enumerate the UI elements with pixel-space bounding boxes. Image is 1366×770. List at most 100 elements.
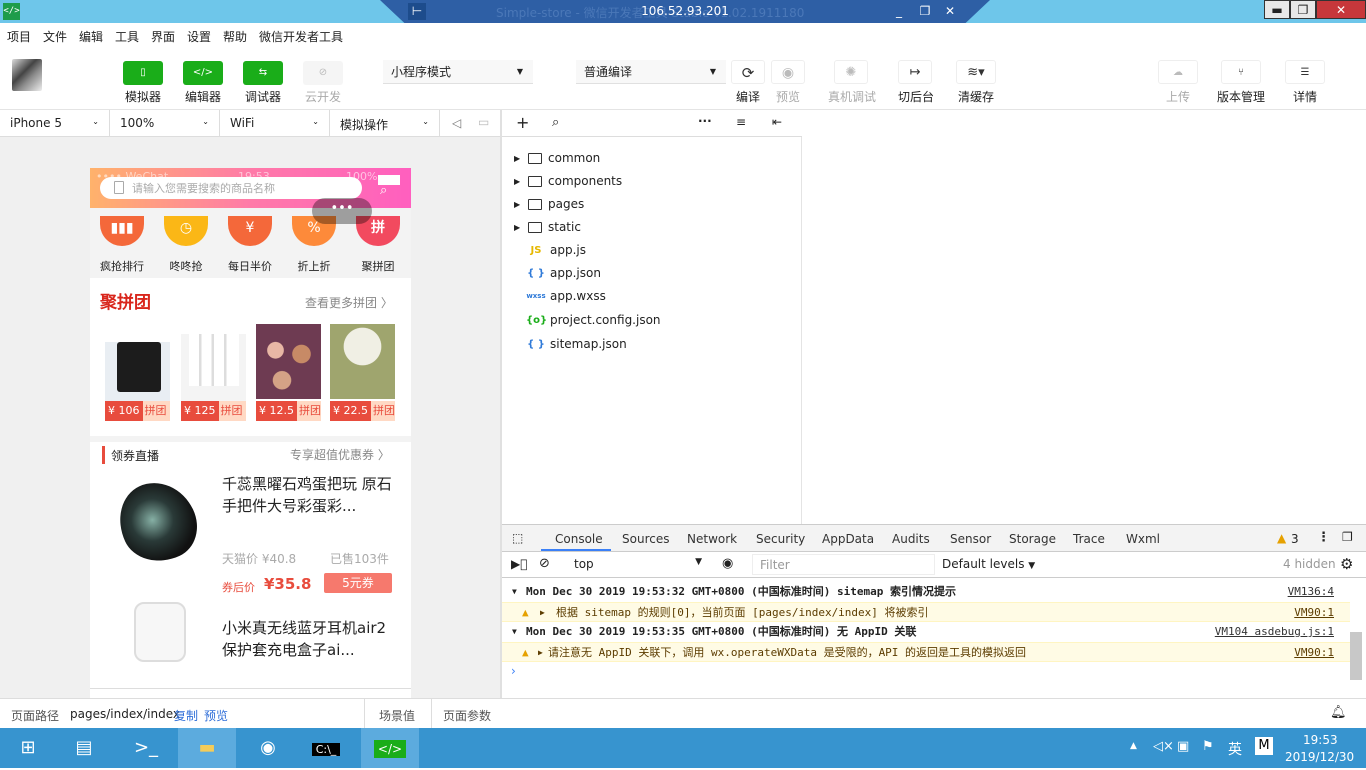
add-icon[interactable]: + — [516, 113, 529, 132]
menu-tools[interactable]: 工具 — [115, 28, 139, 45]
tree-folder-pages[interactable]: ▶ pages — [502, 193, 802, 216]
explorer-button[interactable]: ▬ — [178, 728, 236, 768]
tree-file-app-js[interactable]: JS app.js — [502, 239, 802, 262]
log-warning-row[interactable]: ▲ ▶ 根据 sitemap 的规则[0]，当前页面 [pages/index/… — [502, 602, 1350, 622]
ime-language[interactable]: 英 — [1228, 739, 1242, 759]
category-item[interactable]: % 折上折 — [282, 216, 346, 274]
action-center-icon[interactable]: ⚑ — [1202, 739, 1214, 754]
tab-sensor[interactable]: Sensor — [950, 532, 991, 546]
tree-file-project-config[interactable]: {o} project.config.json — [502, 309, 802, 332]
simulator-toggle[interactable]: ▯ — [123, 61, 163, 85]
menu-file[interactable]: 文件 — [43, 28, 67, 45]
menu-project[interactable]: 项目 — [7, 28, 31, 45]
volume-muted-icon[interactable]: ◁× — [1153, 739, 1174, 754]
network-select[interactable]: WiFi ⌄ — [220, 110, 330, 136]
preview-button[interactable]: ◉ — [771, 60, 805, 84]
product-card[interactable]: ¥ 106 拼团 — [105, 324, 170, 421]
menu-settings[interactable]: 设置 — [187, 28, 211, 45]
log-source-link[interactable]: VM104 asdebug.js:1 — [1215, 622, 1334, 642]
start-button[interactable]: ⊞ — [0, 728, 56, 768]
debugger-toggle[interactable]: ⇆ — [243, 61, 283, 85]
remote-debug-button[interactable]: ✺ — [834, 60, 868, 84]
cloud-dev-button[interactable]: ⊘ — [303, 61, 343, 85]
tree-file-app-json[interactable]: { } app.json — [502, 262, 802, 285]
tray-expand-icon[interactable]: ▲ — [1130, 741, 1137, 751]
warning-count[interactable]: 3 — [1291, 532, 1299, 546]
tab-wxml[interactable]: Wxml — [1126, 532, 1160, 546]
upload-button[interactable]: ☁ — [1158, 60, 1198, 84]
collapse-icon[interactable]: ≡ — [736, 115, 746, 129]
scene-button[interactable]: 场景值 — [379, 707, 415, 724]
log-source-link[interactable]: VM90:1 — [1294, 643, 1334, 663]
sidebar-toggle-icon[interactable]: ⇤ — [772, 115, 782, 129]
category-item[interactable]: ◷ 咚咚抢 — [154, 216, 218, 274]
clock-date[interactable]: 2019/12/30 — [1285, 750, 1354, 764]
background-button[interactable]: ↦ — [898, 60, 932, 84]
tab-appdata[interactable]: AppData — [822, 532, 874, 546]
close-remote-icon[interactable]: ✕ — [941, 3, 959, 20]
maximize-button[interactable]: ❐ — [1290, 0, 1316, 19]
menu-wechat-devtools[interactable]: 微信开发者工具 — [259, 28, 343, 45]
device-model-select[interactable]: iPhone 5 ⌄ — [0, 110, 110, 136]
compile-mode-select[interactable]: 普通编译 ▼ — [576, 60, 726, 84]
more-icon[interactable]: ··· — [698, 114, 712, 128]
log-source-link[interactable]: VM136:4 — [1288, 582, 1334, 602]
group-buy-more-link[interactable]: 查看更多拼团 〉 — [305, 294, 393, 311]
gear-icon[interactable]: ⚙ — [1340, 555, 1353, 573]
close-button[interactable]: ✕ — [1316, 0, 1366, 19]
clear-cache-button[interactable]: ≋▾ — [956, 60, 996, 84]
item-title[interactable]: 千蕊黑曜石鸡蛋把玩 原石手把件大号彩蛋彩... — [222, 473, 394, 517]
product-card[interactable]: ¥ 125 拼团 — [181, 324, 246, 421]
eye-icon[interactable]: ◉ — [722, 556, 733, 571]
chrome-button[interactable]: ◉ — [240, 728, 296, 768]
log-group-row[interactable]: ▼ Mon Dec 30 2019 19:53:35 GMT+0800 (中国标… — [502, 622, 1350, 642]
compile-button[interactable]: ⟳ — [731, 60, 765, 84]
category-item[interactable]: 拼 聚拼团 — [346, 216, 410, 274]
category-item[interactable]: ¥ 每日半价 — [218, 216, 282, 274]
live-coupon-more-link[interactable]: 专享超值优惠券 〉 — [290, 446, 390, 463]
console-scrollbar[interactable] — [1350, 632, 1362, 680]
menu-edit[interactable]: 编辑 — [79, 28, 103, 45]
clock-time[interactable]: 19:53 — [1303, 733, 1338, 747]
search-input[interactable]: 请输入您需要搜索的商品名称 — [100, 177, 362, 199]
sound-icon[interactable]: ◁ — [452, 116, 461, 130]
scan-icon[interactable]: ⌕ — [380, 183, 387, 198]
network-icon[interactable]: ▣ — [1177, 739, 1189, 754]
avatar[interactable] — [12, 59, 42, 91]
restore-remote-icon[interactable]: ❐ — [916, 3, 934, 20]
item-title[interactable]: 小米真无线蓝牙耳机air2保护套充电盒子ai... — [222, 617, 394, 661]
tab-storage[interactable]: Storage — [1009, 532, 1056, 546]
editor-toggle[interactable]: </> — [183, 61, 223, 85]
tree-folder-static[interactable]: ▶ static — [502, 216, 802, 239]
mode-select[interactable]: 小程序模式 ▼ — [383, 60, 533, 84]
sidebar-panel-icon[interactable]: ▶⃞ — [511, 557, 527, 571]
wechat-devtools-button[interactable]: </> — [361, 728, 419, 768]
tab-network[interactable]: Network — [687, 532, 737, 546]
server-manager-button[interactable]: ▤ — [56, 728, 112, 768]
clear-console-icon[interactable]: ⊘ — [539, 556, 550, 571]
tree-file-app-wxss[interactable]: wxss app.wxss — [502, 285, 802, 308]
tab-security[interactable]: Security — [756, 532, 805, 546]
operation-select[interactable]: 模拟操作 ⌄ — [330, 110, 440, 136]
menu-interface[interactable]: 界面 — [151, 28, 175, 45]
tab-sources[interactable]: Sources — [622, 532, 669, 546]
inspect-icon[interactable]: ⬚ — [512, 531, 523, 545]
tab-console[interactable]: Console — [555, 532, 603, 546]
kebab-menu-icon[interactable]: ⋮ — [1317, 530, 1330, 545]
menu-help[interactable]: 帮助 — [223, 28, 247, 45]
product-card[interactable]: ¥ 22.5 拼团 — [330, 324, 395, 421]
zoom-select[interactable]: 100% ⌄ — [110, 110, 220, 136]
details-button[interactable]: ☰ — [1285, 60, 1325, 84]
page-params-button[interactable]: 页面参数 — [443, 707, 491, 724]
log-group-row[interactable]: ▼ Mon Dec 30 2019 19:53:32 GMT+0800 (中国标… — [502, 582, 1350, 602]
product-card[interactable]: ¥ 12.5 拼团 — [256, 324, 321, 421]
search-icon[interactable]: ⌕ — [552, 115, 559, 130]
log-warning-row[interactable]: ▲ ▶ 请注意无 AppID 关联下，调用 wx.operateWXData 是… — [502, 642, 1350, 662]
tree-file-sitemap[interactable]: { } sitemap.json — [502, 333, 802, 356]
powershell-button[interactable]: >_ — [118, 728, 174, 768]
tree-folder-components[interactable]: ▶ components — [502, 170, 802, 193]
window-icon[interactable]: ▭ — [478, 115, 489, 129]
coupon-badge[interactable]: 5元券 — [324, 573, 392, 593]
tab-trace[interactable]: Trace — [1073, 532, 1105, 546]
context-select[interactable]: top ▼ — [566, 554, 708, 575]
